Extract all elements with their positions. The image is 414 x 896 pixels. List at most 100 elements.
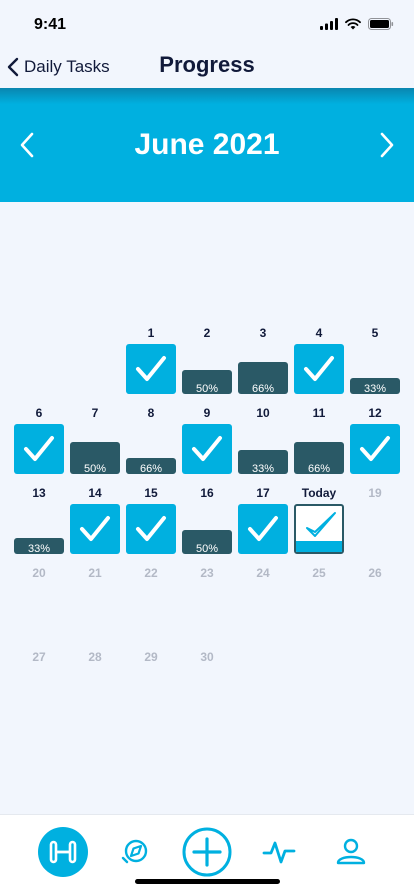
day-number: 21 — [88, 566, 102, 580]
calendar-day[interactable]: 15 — [126, 480, 176, 554]
checkmark-icon — [360, 436, 390, 461]
progress-percent: 33% — [27, 543, 51, 555]
day-number: 15 — [144, 486, 158, 500]
day-number: 28 — [88, 650, 102, 664]
progress-percent: 50% — [195, 383, 219, 395]
calendar-day: 23 — [182, 560, 232, 632]
progress-percent: 66% — [251, 383, 275, 395]
chevron-right-icon — [380, 132, 394, 158]
calendar-day[interactable]: 11 66% — [294, 400, 344, 475]
checkmark-icon — [80, 516, 110, 541]
today-box — [294, 504, 344, 554]
calendar-day[interactable]: 9 — [182, 400, 232, 474]
progress-percent: 66% — [139, 463, 163, 475]
calendar-day[interactable]: 13 33% — [14, 480, 64, 555]
day-number: 1 — [147, 326, 155, 340]
day-number: 17 — [256, 486, 270, 500]
compass-icon — [121, 839, 148, 864]
checkmark-icon — [24, 436, 54, 461]
calendar-day: 24 — [238, 560, 288, 632]
progress-percent: 33% — [251, 463, 275, 475]
checkmark-icon — [136, 356, 166, 381]
dumbbell-icon — [49, 840, 77, 864]
tab-profile[interactable] — [324, 825, 378, 879]
completed-day-box — [126, 504, 176, 554]
calendar-day[interactable]: Today — [294, 480, 344, 554]
calendar-day[interactable]: 10 33% — [238, 400, 288, 475]
calendar-day[interactable]: 1 — [126, 320, 176, 394]
partial-progress-bar: 50% — [182, 370, 232, 395]
calendar-day[interactable]: 3 66% — [238, 320, 288, 395]
status-time: 9:41 — [34, 16, 67, 33]
profile-icon — [336, 838, 366, 865]
completed-day-box — [294, 344, 344, 394]
status-bar: 9:41 — [0, 0, 414, 50]
activity-pulse-icon — [262, 841, 296, 864]
calendar-day[interactable]: 14 — [70, 480, 120, 554]
active-tab-indicator — [38, 827, 88, 877]
day-number: 26 — [368, 566, 382, 580]
day-number: 23 — [200, 566, 214, 580]
checkmark-icon — [248, 516, 278, 541]
day-number: 12 — [368, 406, 382, 420]
checkmark-outline-icon — [306, 512, 336, 537]
day-number: 7 — [91, 406, 99, 420]
completed-day-box — [238, 504, 288, 554]
day-number: 10 — [256, 406, 270, 420]
partial-progress-bar: 33% — [350, 378, 400, 395]
partial-progress-bar: 66% — [238, 362, 288, 395]
day-number: 6 — [35, 406, 43, 420]
partial-progress-bar: 66% — [126, 458, 176, 475]
calendar-day[interactable]: 5 33% — [350, 320, 400, 395]
tab-explore[interactable] — [108, 825, 162, 879]
calendar-day[interactable]: 17 — [238, 480, 288, 554]
calendar-day[interactable]: 4 — [294, 320, 344, 394]
calendar-day[interactable]: 2 50% — [182, 320, 232, 395]
day-number: 13 — [32, 486, 46, 500]
day-number: 4 — [315, 326, 323, 340]
partial-progress-bar: 33% — [14, 538, 64, 555]
checkmark-icon — [136, 516, 166, 541]
calendar-day: 20 — [14, 560, 64, 632]
tab-workouts[interactable] — [36, 825, 90, 879]
today-progress-fill — [296, 541, 342, 552]
completed-day-box — [182, 424, 232, 474]
calendar-day[interactable]: 7 50% — [70, 400, 120, 475]
day-number: 14 — [88, 486, 102, 500]
checkmark-icon — [304, 356, 334, 381]
day-number: 16 — [200, 486, 214, 500]
day-number: 9 — [203, 406, 211, 420]
month-title: June 2021 — [134, 128, 280, 161]
month-header: June 2021 — [0, 88, 414, 202]
calendar-day: 26 — [350, 560, 400, 632]
partial-progress-bar: 66% — [294, 442, 344, 475]
next-month-button[interactable] — [372, 128, 402, 162]
partial-progress-bar: 50% — [70, 442, 120, 475]
calendar-day: 28 — [70, 644, 120, 716]
day-number: 30 — [200, 650, 214, 664]
calendar-day[interactable]: 8 66% — [126, 400, 176, 475]
partial-progress-bar: 50% — [182, 530, 232, 555]
battery-icon — [368, 18, 394, 30]
chevron-left-icon — [7, 57, 19, 77]
calendar-day: 21 — [70, 560, 120, 632]
calendar-day[interactable]: 12 — [350, 400, 400, 474]
completed-day-box — [70, 504, 120, 554]
partial-progress-bar: 33% — [238, 450, 288, 475]
day-number: 25 — [312, 566, 326, 580]
day-number: 19 — [368, 486, 382, 500]
calendar-day: 25 — [294, 560, 344, 632]
calendar-day[interactable]: 6 — [14, 400, 64, 474]
day-number: Today — [301, 486, 337, 500]
tab-activity[interactable] — [252, 825, 306, 879]
progress-percent: 50% — [195, 543, 219, 555]
back-button[interactable]: Daily Tasks — [6, 54, 110, 80]
tab-add[interactable] — [180, 825, 234, 879]
calendar-day: 30 — [182, 644, 232, 716]
day-number: 27 — [32, 650, 46, 664]
calendar-day[interactable]: 16 50% — [182, 480, 232, 555]
day-number: 24 — [256, 566, 270, 580]
checkmark-icon — [192, 436, 222, 461]
status-icons — [320, 18, 394, 30]
day-number: 20 — [32, 566, 46, 580]
